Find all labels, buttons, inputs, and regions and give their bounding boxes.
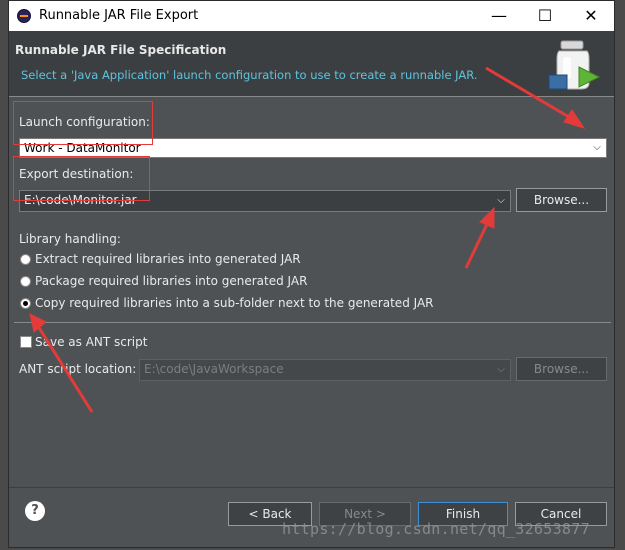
annotation-arrow-export bbox=[464, 206, 495, 269]
watermark: https://blog.csdn.net/qq_32653877 bbox=[282, 520, 590, 538]
annotation-arrows bbox=[29, 66, 586, 413]
annotation-arrow-copy bbox=[29, 313, 94, 413]
annotation-arrow-launch bbox=[485, 66, 586, 129]
